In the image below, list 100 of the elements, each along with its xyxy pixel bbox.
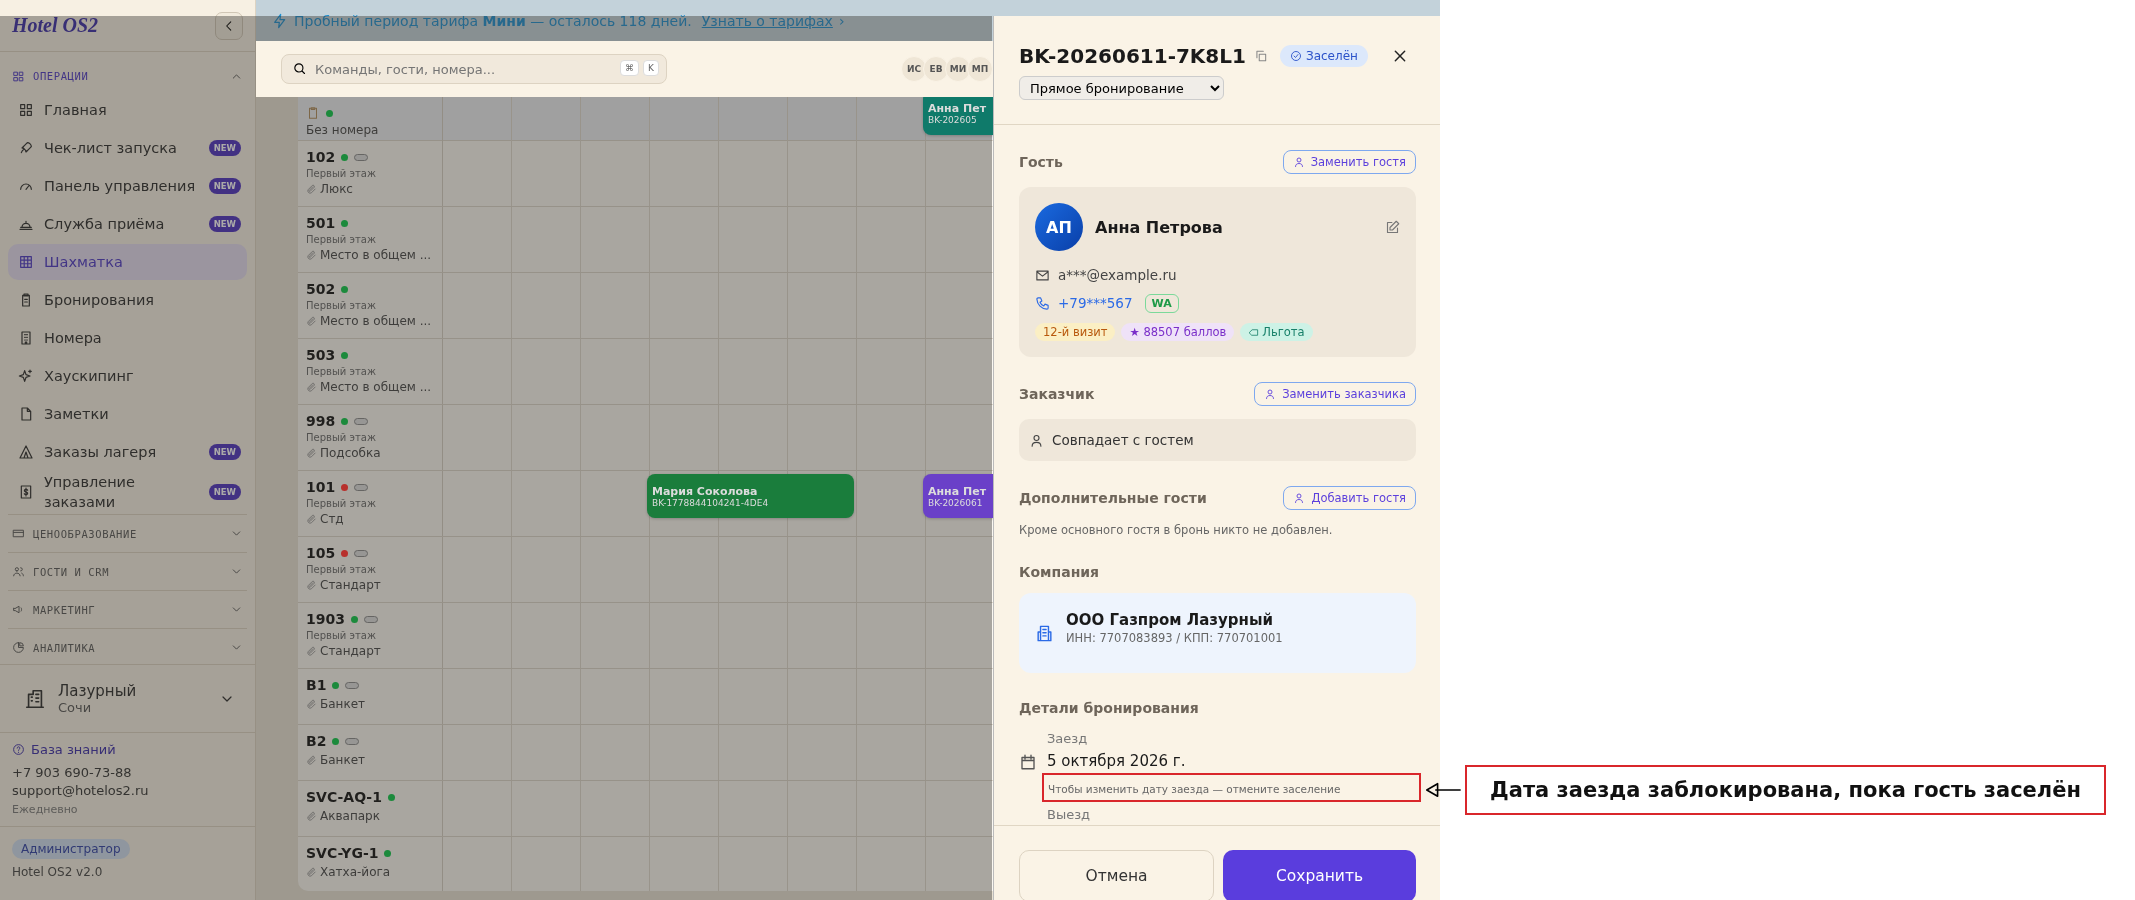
messenger-badge[interactable]: WA xyxy=(1144,293,1179,313)
megaphone-icon xyxy=(12,603,25,616)
guest-phone[interactable]: +79***567 xyxy=(1058,295,1133,311)
paperclip-icon xyxy=(306,645,317,657)
paperclip-icon xyxy=(306,315,317,327)
person-icon xyxy=(1029,432,1044,448)
room-floor: Первый этаж xyxy=(306,365,377,378)
property-switcher[interactable]: Лазурный Сочи xyxy=(0,665,255,733)
user-avatar[interactable]: ИС xyxy=(901,56,927,82)
section-title: Компания xyxy=(1019,564,1100,580)
booking-card[interactable]: Мария Соколова BK-1778844104241-4DE4 xyxy=(647,474,854,518)
new-badge: NEW xyxy=(208,140,241,156)
copy-icon[interactable] xyxy=(1253,49,1268,63)
new-badge: NEW xyxy=(208,216,241,232)
cancel-button[interactable]: Отмена xyxy=(1019,850,1214,900)
add-guest-button[interactable]: Добавить гостя xyxy=(1283,486,1416,510)
section-title: Детали бронирования xyxy=(1019,700,1199,716)
section-header[interactable]: ГОСТИ И CRM xyxy=(8,552,247,590)
person-icon xyxy=(1293,492,1306,504)
replace-customer-button[interactable]: Заменить заказчика xyxy=(1254,382,1416,406)
user-avatar[interactable]: МИ xyxy=(945,56,971,82)
mail-icon xyxy=(1035,267,1050,283)
room-type: Банкет xyxy=(320,753,366,767)
nav-item[interactable]: Служба приёма NEW xyxy=(8,206,247,242)
nav-item[interactable]: Панель управления NEW xyxy=(8,168,247,204)
guest-tag: 12-й визит xyxy=(1035,323,1116,341)
save-button[interactable]: Сохранить xyxy=(1223,850,1416,900)
guest-tag: Льгота xyxy=(1240,323,1313,341)
close-icon[interactable] xyxy=(1392,48,1408,64)
building-icon xyxy=(24,687,46,710)
guest-email: a***@example.ru xyxy=(1058,267,1177,283)
paperclip-icon xyxy=(306,866,317,878)
section-title: Дополнительные гости xyxy=(1019,490,1207,506)
tent-icon xyxy=(18,444,34,460)
room-label: Без номера xyxy=(306,123,380,137)
paperclip-icon xyxy=(306,579,317,591)
user-avatar[interactable]: МП xyxy=(967,56,993,82)
room-floor: Первый этаж xyxy=(306,299,377,312)
nav-item[interactable]: Управление заказами NEW xyxy=(8,472,247,512)
new-badge: NEW xyxy=(208,484,241,500)
section-header[interactable]: МАРКЕТИНГ xyxy=(8,590,247,628)
room-type: Стандарт xyxy=(320,644,381,658)
table-icon xyxy=(18,254,34,270)
nav-item[interactable]: Главная xyxy=(8,92,247,128)
sparkle-icon xyxy=(18,368,34,384)
chevron-text: › xyxy=(838,12,845,29)
company-name: ООО Газпром Лазурный xyxy=(1066,611,1274,629)
room-type: Хатха-йога xyxy=(320,865,391,879)
section-title: Гость xyxy=(1019,154,1063,170)
room-number: 105 xyxy=(306,545,336,561)
room-type: Стандарт xyxy=(320,578,381,592)
replace-guest-button[interactable]: Заменить гостя xyxy=(1282,150,1416,174)
room-floor: Первый этаж xyxy=(306,497,377,510)
booking-card[interactable]: Анна Пет BK-2026061 xyxy=(923,474,993,518)
nav-item[interactable]: Хаускипинг xyxy=(8,358,247,394)
room-number: 1903 xyxy=(306,611,345,627)
section-header[interactable]: ЦЕНООБРАЗОВАНИЕ xyxy=(8,514,247,552)
booking-card[interactable]: Анна Пет BK-202605 xyxy=(923,97,993,135)
support-phone: +7 903 690-73-88 xyxy=(12,765,133,780)
shortcut-key: K xyxy=(643,60,659,76)
logo: Hotel OS2 xyxy=(12,14,99,37)
new-badge: NEW xyxy=(208,444,241,460)
support-email: support@hotelos2.ru xyxy=(12,783,150,798)
checkin-hint: Чтобы изменить дату заезда — отмените заселение xyxy=(1048,782,1341,796)
company-details: ИНН: 7707083893 / КПП: 770701001 xyxy=(1066,631,1283,645)
paperclip-icon xyxy=(306,754,317,766)
pie-chart-icon xyxy=(12,641,25,654)
room-type: Стд xyxy=(320,512,344,526)
trial-notice: Пробный период тарифа Мини — осталось 118 дней. xyxy=(294,12,692,29)
nav-item[interactable]: Номера xyxy=(8,320,247,356)
nav-item[interactable]: Шахматка xyxy=(8,244,247,280)
edit-icon[interactable] xyxy=(1385,219,1400,235)
card-icon xyxy=(12,527,25,540)
paperclip-icon xyxy=(306,381,317,393)
room-type: Банкет xyxy=(320,697,366,711)
source-select[interactable]: Прямое бронирование xyxy=(1019,76,1224,100)
nav-item[interactable]: Чек-лист запуска NEW xyxy=(8,130,247,166)
paperclip-icon xyxy=(306,698,317,710)
room-type: Место в общем ... xyxy=(320,314,432,328)
grid-icon xyxy=(12,69,25,83)
section-header[interactable]: АНАЛИТИКА xyxy=(8,628,247,664)
nav-item[interactable]: Заметки xyxy=(8,396,247,432)
knowledge-base-link[interactable]: База знаний xyxy=(12,742,243,757)
checkin-date: 5 октября 2026 г. xyxy=(1047,751,1186,772)
person-icon xyxy=(1264,388,1277,400)
building-icon xyxy=(18,330,34,346)
user-avatar[interactable]: ЕВ xyxy=(923,56,949,82)
nav-item[interactable]: Заказы лагеря NEW xyxy=(8,434,247,470)
room-number: B1 xyxy=(306,677,327,693)
room-floor: Первый этаж xyxy=(306,233,377,246)
calendar-icon xyxy=(1019,753,1037,771)
section-header[interactable]: ОПЕРАЦИИ xyxy=(8,64,247,88)
shortcut-key: ⌘ xyxy=(620,60,640,76)
room-number: 998 xyxy=(306,413,336,429)
room-number: 102 xyxy=(306,149,336,165)
people-icon xyxy=(12,565,25,578)
role-badge: Администратор xyxy=(12,839,130,859)
arrow xyxy=(1424,781,1462,799)
nav-item[interactable]: Бронирования xyxy=(8,282,247,318)
collapse-button[interactable] xyxy=(215,11,243,40)
